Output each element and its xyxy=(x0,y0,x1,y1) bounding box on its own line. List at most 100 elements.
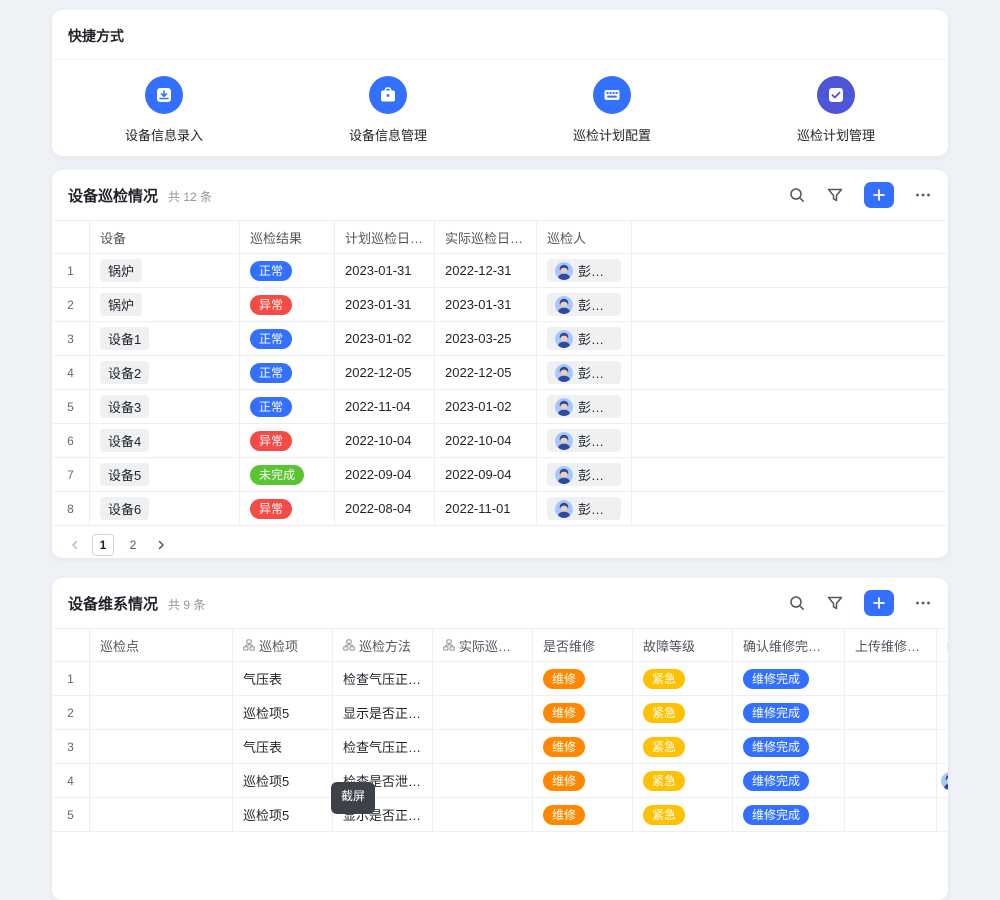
fault-level-cell[interactable]: 紧急 xyxy=(633,662,733,695)
plan-date-cell[interactable]: 2022-08-04 xyxy=(335,492,435,525)
column-header[interactable]: 计划巡检日… xyxy=(335,221,435,253)
actual-date-cell[interactable]: 2023-01-02 xyxy=(435,390,537,423)
plan-date-cell[interactable]: 2022-12-05 xyxy=(335,356,435,389)
fault-level-cell[interactable]: 紧急 xyxy=(633,798,733,831)
row-number[interactable]: 3 xyxy=(52,322,90,355)
plan-date-cell[interactable]: 2022-11-04 xyxy=(335,390,435,423)
plan-date-cell[interactable]: 2023-01-02 xyxy=(335,322,435,355)
upload-cell[interactable] xyxy=(845,696,937,729)
upload-cell[interactable] xyxy=(845,730,937,763)
repair-cell[interactable]: 维修 xyxy=(533,730,633,763)
shortcut-item-1[interactable]: 设备信息录入 xyxy=(52,76,276,144)
column-header[interactable]: 巡检方法 xyxy=(333,629,433,661)
column-header[interactable]: 故障等级 xyxy=(633,629,733,661)
device-cell[interactable]: 设备1 xyxy=(90,322,240,355)
result-cell[interactable]: 正常 xyxy=(240,322,335,355)
confirm-cell[interactable]: 维修完成 xyxy=(733,764,845,797)
method-cell[interactable]: 显示是否正… xyxy=(333,696,433,729)
row-number[interactable]: 5 xyxy=(52,390,90,423)
row-number[interactable]: 4 xyxy=(52,356,90,389)
fault-level-cell[interactable]: 紧急 xyxy=(633,730,733,763)
result-cell[interactable]: 异常 xyxy=(240,424,335,457)
actual-cell[interactable] xyxy=(433,730,533,763)
actual-date-cell[interactable]: 2022-11-01 xyxy=(435,492,537,525)
actual-date-cell[interactable]: 2022-09-04 xyxy=(435,458,537,491)
fault-level-cell[interactable]: 紧急 xyxy=(633,764,733,797)
row-number[interactable]: 6 xyxy=(52,424,90,457)
column-header[interactable]: 巡检点 xyxy=(90,629,233,661)
plan-date-cell[interactable]: 2023-01-31 xyxy=(335,254,435,287)
page-button-2[interactable]: 2 xyxy=(122,534,144,556)
actual-date-cell[interactable]: 2022-12-31 xyxy=(435,254,537,287)
row-number[interactable]: 2 xyxy=(52,288,90,321)
plan-date-cell[interactable]: 2023-01-31 xyxy=(335,288,435,321)
repair-cell[interactable]: 维修 xyxy=(533,662,633,695)
prev-page-icon[interactable] xyxy=(66,538,84,552)
result-cell[interactable]: 正常 xyxy=(240,356,335,389)
row-number[interactable]: 1 xyxy=(52,662,90,695)
column-header[interactable]: 巡检结果 xyxy=(240,221,335,253)
maintainer-cell[interactable] xyxy=(937,696,948,729)
person-cell[interactable]: 彭梨梨 xyxy=(537,356,632,389)
next-page-icon[interactable] xyxy=(152,538,170,552)
shortcut-item-4[interactable]: 巡检计划管理 xyxy=(724,76,948,144)
device-cell[interactable]: 设备4 xyxy=(90,424,240,457)
method-cell[interactable]: 检查气压正… xyxy=(333,730,433,763)
upload-cell[interactable] xyxy=(845,798,937,831)
fault-level-cell[interactable]: 紧急 xyxy=(633,696,733,729)
upload-cell[interactable] xyxy=(845,662,937,695)
filter-icon[interactable] xyxy=(826,594,844,612)
device-cell[interactable]: 锅炉 xyxy=(90,254,240,287)
method-cell[interactable]: 检查气压正… xyxy=(333,662,433,695)
filter-icon[interactable] xyxy=(826,186,844,204)
person-cell[interactable]: 彭梨梨 xyxy=(537,458,632,491)
add-record-button[interactable] xyxy=(864,590,894,616)
page-button-1[interactable]: 1 xyxy=(92,534,114,556)
actual-date-cell[interactable]: 2023-03-25 xyxy=(435,322,537,355)
person-cell[interactable]: 彭梨梨 xyxy=(537,322,632,355)
column-header[interactable]: 巡检人 xyxy=(537,221,632,253)
maintainer-cell[interactable] xyxy=(937,798,948,831)
person-cell[interactable]: 彭梨梨 xyxy=(537,424,632,457)
person-cell[interactable]: 彭梨梨 xyxy=(537,288,632,321)
result-cell[interactable]: 未完成 xyxy=(240,458,335,491)
row-number[interactable]: 5 xyxy=(52,798,90,831)
result-cell[interactable]: 正常 xyxy=(240,254,335,287)
confirm-cell[interactable]: 维修完成 xyxy=(733,730,845,763)
item-cell[interactable]: 巡检项5 xyxy=(233,696,333,729)
column-header[interactable]: 设备 xyxy=(90,221,240,253)
item-cell[interactable]: 气压表 xyxy=(233,730,333,763)
column-header[interactable]: 巡检项 xyxy=(233,629,333,661)
actual-date-cell[interactable]: 2022-10-04 xyxy=(435,424,537,457)
column-header[interactable]: 是否维修 xyxy=(533,629,633,661)
confirm-cell[interactable]: 维修完成 xyxy=(733,798,845,831)
actual-cell[interactable] xyxy=(433,798,533,831)
actual-date-cell[interactable]: 2022-12-05 xyxy=(435,356,537,389)
confirm-cell[interactable]: 维修完成 xyxy=(733,662,845,695)
point-cell[interactable] xyxy=(90,662,233,695)
device-cell[interactable]: 锅炉 xyxy=(90,288,240,321)
point-cell[interactable] xyxy=(90,696,233,729)
shortcut-item-3[interactable]: 巡检计划配置 xyxy=(500,76,724,144)
maintainer-cell[interactable] xyxy=(937,764,948,797)
repair-cell[interactable]: 维修 xyxy=(533,798,633,831)
repair-cell[interactable]: 维修 xyxy=(533,764,633,797)
add-record-button[interactable] xyxy=(864,182,894,208)
row-number[interactable]: 8 xyxy=(52,492,90,525)
actual-cell[interactable] xyxy=(433,696,533,729)
maintainer-cell[interactable] xyxy=(937,730,948,763)
device-cell[interactable]: 设备3 xyxy=(90,390,240,423)
search-icon[interactable] xyxy=(788,186,806,204)
device-cell[interactable]: 设备5 xyxy=(90,458,240,491)
row-number[interactable]: 2 xyxy=(52,696,90,729)
point-cell[interactable] xyxy=(90,764,233,797)
actual-cell[interactable] xyxy=(433,764,533,797)
shortcut-item-2[interactable]: 设备信息管理 xyxy=(276,76,500,144)
column-header[interactable]: 确认维修完… xyxy=(733,629,845,661)
row-number[interactable]: 7 xyxy=(52,458,90,491)
person-cell[interactable]: 彭梨梨 xyxy=(537,492,632,525)
item-cell[interactable]: 巡检项5 xyxy=(233,764,333,797)
row-number[interactable]: 3 xyxy=(52,730,90,763)
actual-cell[interactable] xyxy=(433,662,533,695)
confirm-cell[interactable]: 维修完成 xyxy=(733,696,845,729)
